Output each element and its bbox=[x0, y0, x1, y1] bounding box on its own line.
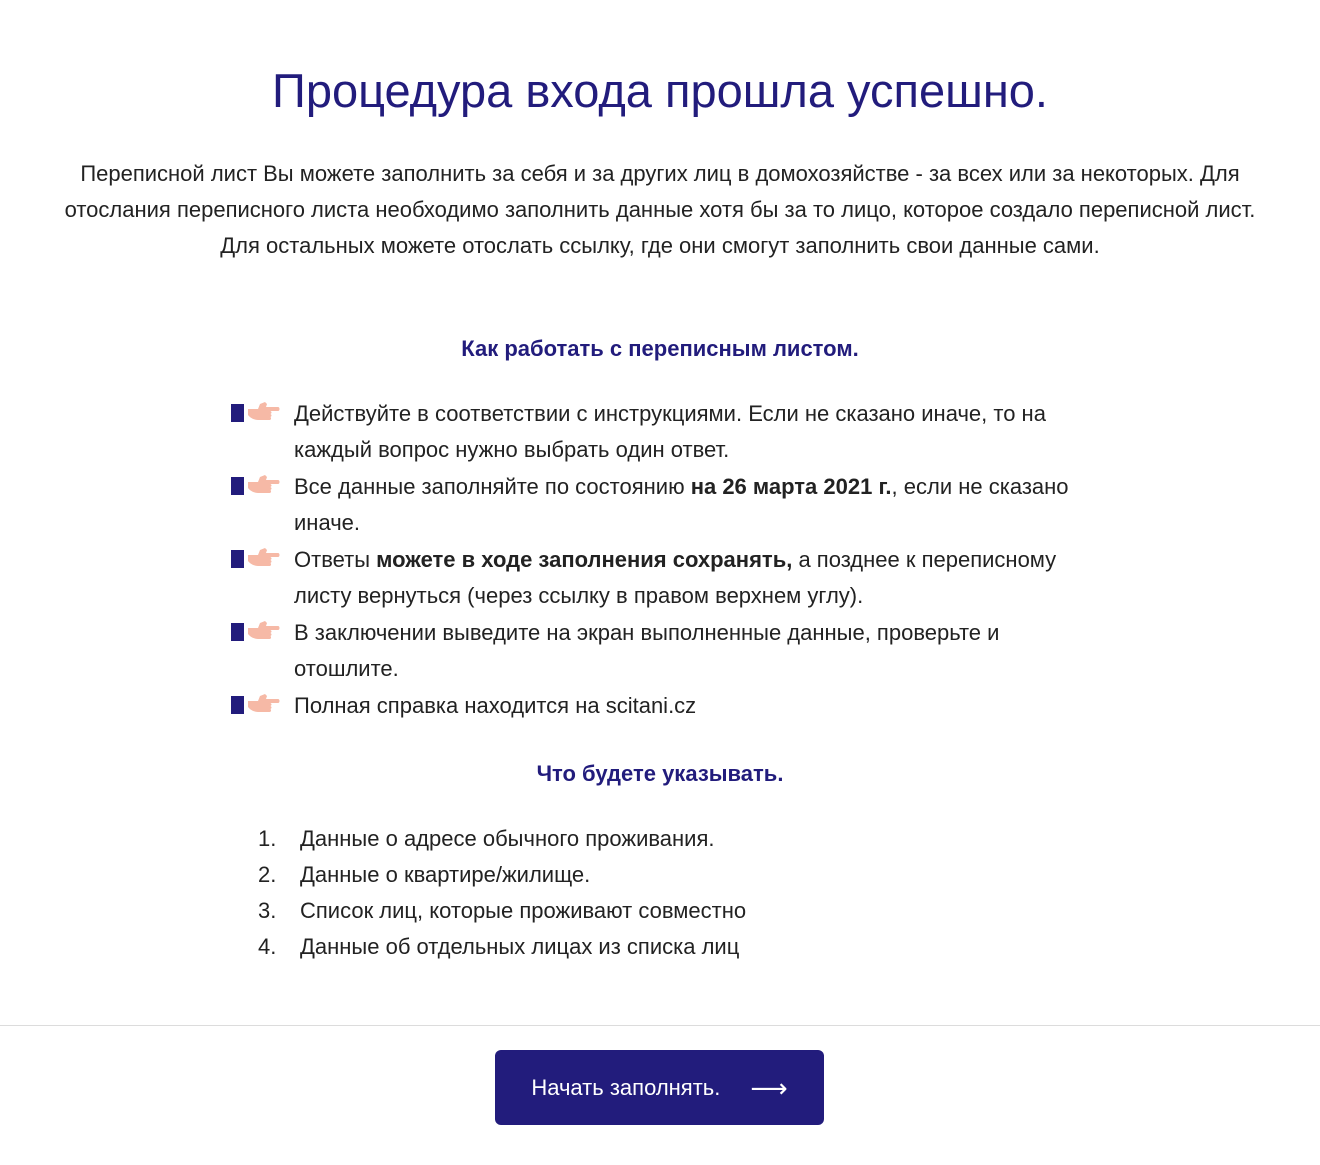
instructions-list: Действуйте в соответствии с инструкциями… bbox=[230, 396, 1110, 725]
step-item: 4. Данные об отдельных лицах из списка ли… bbox=[258, 929, 746, 965]
pointing-hand-icon bbox=[230, 690, 280, 718]
step-text: Данные об отдельных лицах из списка лиц bbox=[300, 934, 740, 959]
instruction-item: Полная справка находится на scitani.cz bbox=[230, 688, 1110, 724]
step-number: 4. bbox=[258, 934, 277, 959]
instruction-save-bold: можете в ходе заполнения сохранять, bbox=[376, 547, 793, 572]
step-item: 2. Данные о квартире/жилище. bbox=[258, 857, 746, 893]
instruction-item: В заключении выведите на экран выполненн… bbox=[230, 615, 1110, 687]
instruction-text: Действуйте в соответствии с инструкциями… bbox=[294, 401, 1046, 462]
step-number: 3. bbox=[258, 898, 277, 923]
pointing-hand-icon bbox=[230, 544, 280, 572]
instruction-text: В заключении выведите на экран выполненн… bbox=[294, 620, 1000, 681]
what-to-provide-heading: Что будете указывать. bbox=[536, 761, 784, 786]
page-title: Процедура входа прошла успешно. bbox=[272, 64, 1048, 117]
start-filling-button[interactable]: Начать заполнять. ⟶ bbox=[495, 1050, 824, 1125]
steps-list: 1. Данные о адресе обычного проживания. 2… bbox=[258, 821, 746, 965]
pointing-hand-icon bbox=[230, 398, 280, 426]
footer-divider bbox=[0, 1025, 1320, 1026]
instruction-date-bold: на 26 марта 2021 г. bbox=[690, 474, 892, 499]
pointing-hand-icon bbox=[230, 617, 280, 645]
step-item: 3. Список лиц, которые проживают совместн… bbox=[258, 893, 746, 929]
instruction-item: Действуйте в соответствии с инструкциями… bbox=[230, 396, 1110, 468]
step-text: Данные о квартире/жилище. bbox=[300, 862, 591, 887]
start-button-label: Начать заполнять. bbox=[531, 1074, 721, 1100]
instruction-item: Все данные заполняйте по состоянию на 26… bbox=[230, 469, 1110, 541]
step-text: Список лиц, которые проживают совместно bbox=[300, 898, 747, 923]
step-number: 1. bbox=[258, 826, 277, 851]
step-text: Данные о адресе обычного проживания. bbox=[300, 826, 715, 851]
instruction-text: Полная справка находится на scitani.cz bbox=[294, 693, 697, 718]
step-item: 1. Данные о адресе обычного проживания. bbox=[258, 821, 746, 857]
intro-text: Переписной лист Вы можете заполнить за с… bbox=[64, 161, 1256, 258]
arrow-right-icon: ⟶ bbox=[750, 1072, 788, 1103]
instruction-item: Ответы можете в ходе заполнения сохранят… bbox=[230, 542, 1110, 614]
instruction-text: Ответы bbox=[294, 547, 377, 572]
step-number: 2. bbox=[258, 862, 277, 887]
instruction-text: Все данные заполняйте по состоянию bbox=[294, 474, 691, 499]
how-to-work-heading: Как работать с переписным листом. bbox=[461, 336, 859, 361]
pointing-hand-icon bbox=[230, 471, 280, 499]
